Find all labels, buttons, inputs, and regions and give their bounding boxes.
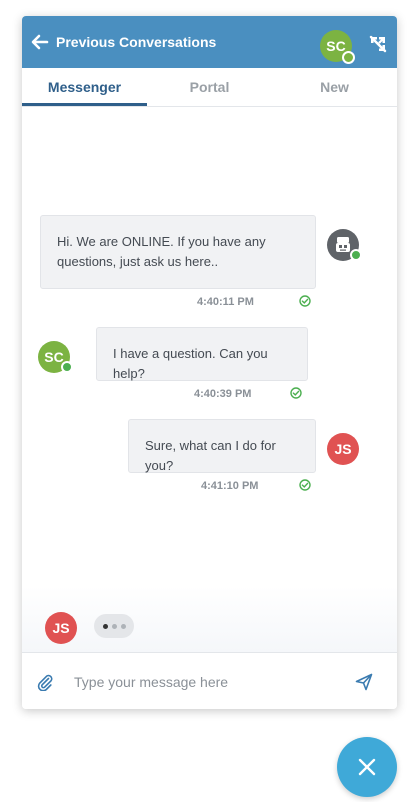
message-timestamp: 4:40:11 PM: [197, 296, 254, 308]
typing-dot: [111, 623, 117, 629]
message-composer: [22, 652, 397, 709]
close-chat-button[interactable]: [337, 737, 397, 797]
typing-avatar: JS: [45, 612, 77, 644]
header-status-indicator: [342, 51, 355, 64]
check-circle-icon: [299, 479, 311, 491]
message-bubble: Sure, what can I do for you?: [128, 419, 316, 473]
close-icon: [358, 758, 376, 776]
typing-area: [22, 586, 397, 652]
message-text: I have a question. Can you help?: [113, 346, 268, 381]
tab-bar: Messenger Portal New: [22, 68, 397, 107]
active-tab-indicator: [22, 103, 147, 106]
message-input[interactable]: [72, 667, 346, 697]
send-icon[interactable]: [354, 672, 374, 692]
previous-conversations-link[interactable]: Previous Conversations: [56, 34, 216, 50]
paperclip-icon[interactable]: [36, 673, 54, 691]
message-bubble: I have a question. Can you help?: [96, 327, 308, 381]
typing-dot: [120, 623, 126, 629]
message-bubble: Hi. We are ONLINE. If you have any quest…: [40, 215, 316, 289]
tab-portal[interactable]: Portal: [147, 68, 272, 106]
message-timestamp: 4:41:10 PM: [201, 480, 259, 492]
typing-indicator: [94, 614, 134, 638]
message-text: Hi. We are ONLINE. If you have any quest…: [57, 234, 266, 269]
back-arrow-icon[interactable]: [30, 32, 50, 52]
message-timestamp: 4:40:39 PM: [194, 388, 252, 400]
typing-dot: [102, 623, 108, 629]
js-avatar: JS: [327, 433, 359, 465]
expand-icon[interactable]: [368, 34, 388, 54]
online-status-indicator: [61, 361, 73, 373]
check-circle-icon: [290, 387, 302, 399]
check-circle-icon: [299, 295, 311, 307]
chat-widget: Previous Conversations SC Messenger Port…: [22, 16, 397, 709]
chat-header: Previous Conversations SC: [22, 16, 397, 68]
tab-messenger[interactable]: Messenger: [22, 68, 147, 106]
message-text: Sure, what can I do for you?: [145, 438, 276, 473]
online-status-indicator: [350, 249, 362, 261]
tab-new[interactable]: New: [272, 68, 397, 106]
